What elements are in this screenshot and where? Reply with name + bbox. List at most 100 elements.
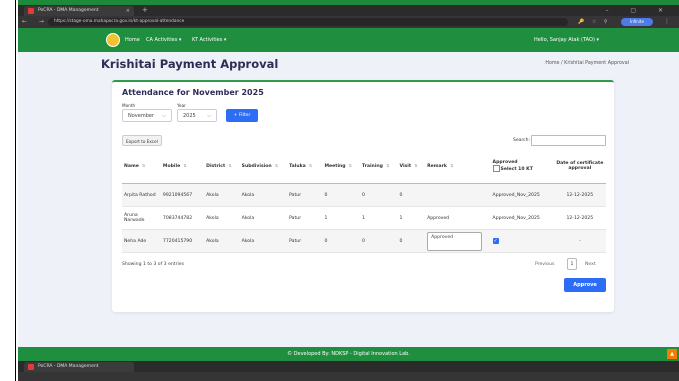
browser-tab-bar: PoCRA - DMA Management × + – ▢ ✕ (18, 5, 679, 16)
second-address-bar (18, 372, 679, 381)
month-value: November (128, 113, 155, 119)
cell-approved: ✓ (490, 229, 554, 253)
col-training[interactable]: Training ⇅ (359, 149, 398, 184)
cell-approved: Approved_Nov_2025 (490, 206, 554, 230)
nav-ca-activities[interactable]: CA Activities ▾ (146, 28, 181, 52)
sort-icon: ⇅ (385, 163, 390, 168)
cell-training: 0 (359, 183, 398, 207)
sort-icon: ⇅ (348, 163, 352, 168)
cell-cert-date: 12-12-2025 (553, 183, 606, 207)
profile-button[interactable]: Infinite (621, 18, 653, 26)
cell-training: 0 (359, 229, 398, 253)
filter-button[interactable]: + Filter (226, 109, 258, 122)
year-label: Year (177, 103, 186, 108)
cell-remark: Approved (425, 229, 491, 253)
url-field[interactable]: https://stage-oma.mahapocra.gov.in/kt-ap… (48, 18, 568, 26)
cell-meeting: 1 (322, 206, 360, 230)
export-excel-button[interactable]: Export to Excel (122, 135, 162, 146)
cell-visit: 1 (397, 206, 426, 230)
nav-home[interactable]: Home (125, 28, 140, 52)
cell-subdivision: Akola (239, 183, 288, 207)
cell-taluka: Patur (287, 206, 323, 230)
chevron-down-icon: ⌵ (207, 113, 211, 119)
filter-label: Filter (238, 113, 251, 118)
cell-mobile: 7720415790 (160, 229, 205, 253)
select-10-checkbox[interactable] (492, 165, 500, 172)
col-name[interactable]: Name ⇅ (122, 149, 161, 184)
col-meeting[interactable]: Meeting ⇅ (322, 149, 360, 184)
chevron-down-icon: ⌵ (162, 113, 166, 119)
col-remark[interactable]: Remark ⇅ (425, 149, 491, 184)
month-label: Month (122, 103, 136, 108)
table-row: Arpita Rathod 9921094567 Akola Akola Pat… (122, 183, 606, 207)
col-approved[interactable]: Approved Select 10 KT (490, 149, 554, 184)
tab-close-icon[interactable]: × (126, 6, 130, 16)
browser-menu-icon[interactable]: ⋮ (664, 16, 670, 28)
approve-checkbox[interactable]: ✓ (492, 238, 499, 244)
window-controls[interactable]: – ▢ ✕ (605, 5, 673, 16)
col-cert-date[interactable]: Date of certificate approval (553, 149, 606, 184)
cell-approved: Approved_Nov_2025 (490, 183, 554, 207)
col-subdivision[interactable]: Subdivision ⇅ (239, 149, 288, 184)
cell-mobile: 7083744782 (160, 206, 205, 230)
sort-icon: ⇅ (141, 163, 146, 168)
browser-tab[interactable]: PoCRA - DMA Management × (24, 6, 134, 16)
cell-mobile: 9921094567 (160, 183, 205, 207)
search-input[interactable] (531, 135, 606, 146)
pager-previous[interactable]: Previous (535, 262, 554, 267)
year-select[interactable]: 2025 ⌵ (177, 109, 217, 122)
remark-textarea[interactable]: Approved (427, 231, 483, 251)
table-row: Aruna Narwade 7083744782 Akola Akola Pat… (122, 206, 606, 230)
filter-icon: + (233, 113, 238, 118)
footer: © Developed By: NDKSP - Digital Innovati… (18, 347, 679, 361)
cell-visit: 0 (397, 229, 426, 253)
pager-page-1[interactable]: 1 (567, 258, 577, 270)
sort-icon: ⇅ (183, 163, 187, 168)
top-navbar: Home CA Activities ▾ KT Activities ▾ Hel… (18, 28, 679, 52)
entries-info: Showing 1 to 3 of 3 entries (122, 262, 184, 267)
second-browser-tab-bar: PoCRA - DMA Management (18, 361, 679, 372)
col-visit[interactable]: Visit ⇅ (397, 149, 426, 184)
cell-district: Akola (204, 183, 240, 207)
favicon-icon (28, 364, 34, 370)
attendance-card: Attendance for November 2025 Month Year … (112, 80, 614, 312)
cell-subdivision: Akola (239, 229, 288, 253)
breadcrumb[interactable]: Home / Krishitai Payment Approval (545, 61, 629, 66)
browser-window: PoCRA - DMA Management × + – ▢ ✕ ← → ⟳ h… (18, 0, 679, 381)
col-district[interactable]: District ⇅ (204, 149, 240, 184)
col-mobile[interactable]: Mobile ⇅ (160, 149, 205, 184)
search-label: Search: (513, 138, 530, 143)
cell-remark: Approved (425, 206, 491, 230)
sort-icon: ⇅ (274, 163, 279, 168)
tab-title: PoCRA - DMA Management (38, 364, 99, 369)
logo-icon (106, 33, 120, 47)
cell-training: 1 (359, 206, 398, 230)
cell-cert-date: 12-12-2025 (553, 206, 606, 230)
select-10-label: Select 10 KT (500, 167, 533, 172)
cell-cert-date: - (553, 229, 606, 253)
sort-icon: ⇅ (414, 163, 418, 168)
corner-badge-icon[interactable]: ▲ (667, 349, 677, 359)
address-icons[interactable]: 🔑 ☆ ⚲ (578, 16, 611, 28)
cell-taluka: Patur (287, 183, 323, 207)
browser-tab[interactable]: PoCRA - DMA Management (24, 362, 134, 372)
user-menu[interactable]: Hello, Sanjay Atak (TAO) ▾ (534, 28, 599, 52)
sort-icon: ⇅ (228, 163, 232, 168)
address-bar-row: ← → ⟳ https://stage-oma.mahapocra.gov.in… (18, 16, 679, 28)
col-taluka[interactable]: Taluka ⇅ (287, 149, 323, 184)
cell-subdivision: Akola (239, 206, 288, 230)
new-tab-button[interactable]: + (142, 5, 148, 16)
cell-name: Arpita Rathod (122, 183, 161, 207)
left-border (15, 0, 16, 381)
cell-taluka: Patur (287, 229, 323, 253)
nav-kt-activities[interactable]: KT Activities ▾ (192, 28, 226, 52)
attendance-table: Name ⇅ Mobile ⇅ District ⇅ Subdivision ⇅ Tal… (122, 149, 606, 253)
card-title: Attendance for November 2025 (122, 88, 264, 97)
month-select[interactable]: November ⌵ (122, 109, 172, 122)
approve-button[interactable]: Approve (564, 278, 606, 292)
page-title: Krishitai Payment Approval (101, 57, 279, 71)
sort-icon: ⇅ (308, 163, 313, 168)
cell-visit: 0 (397, 183, 426, 207)
table-row: Neha Ade 7720415790 Akola Akola Patur 0 … (122, 229, 606, 253)
pager-next[interactable]: Next (585, 262, 596, 267)
